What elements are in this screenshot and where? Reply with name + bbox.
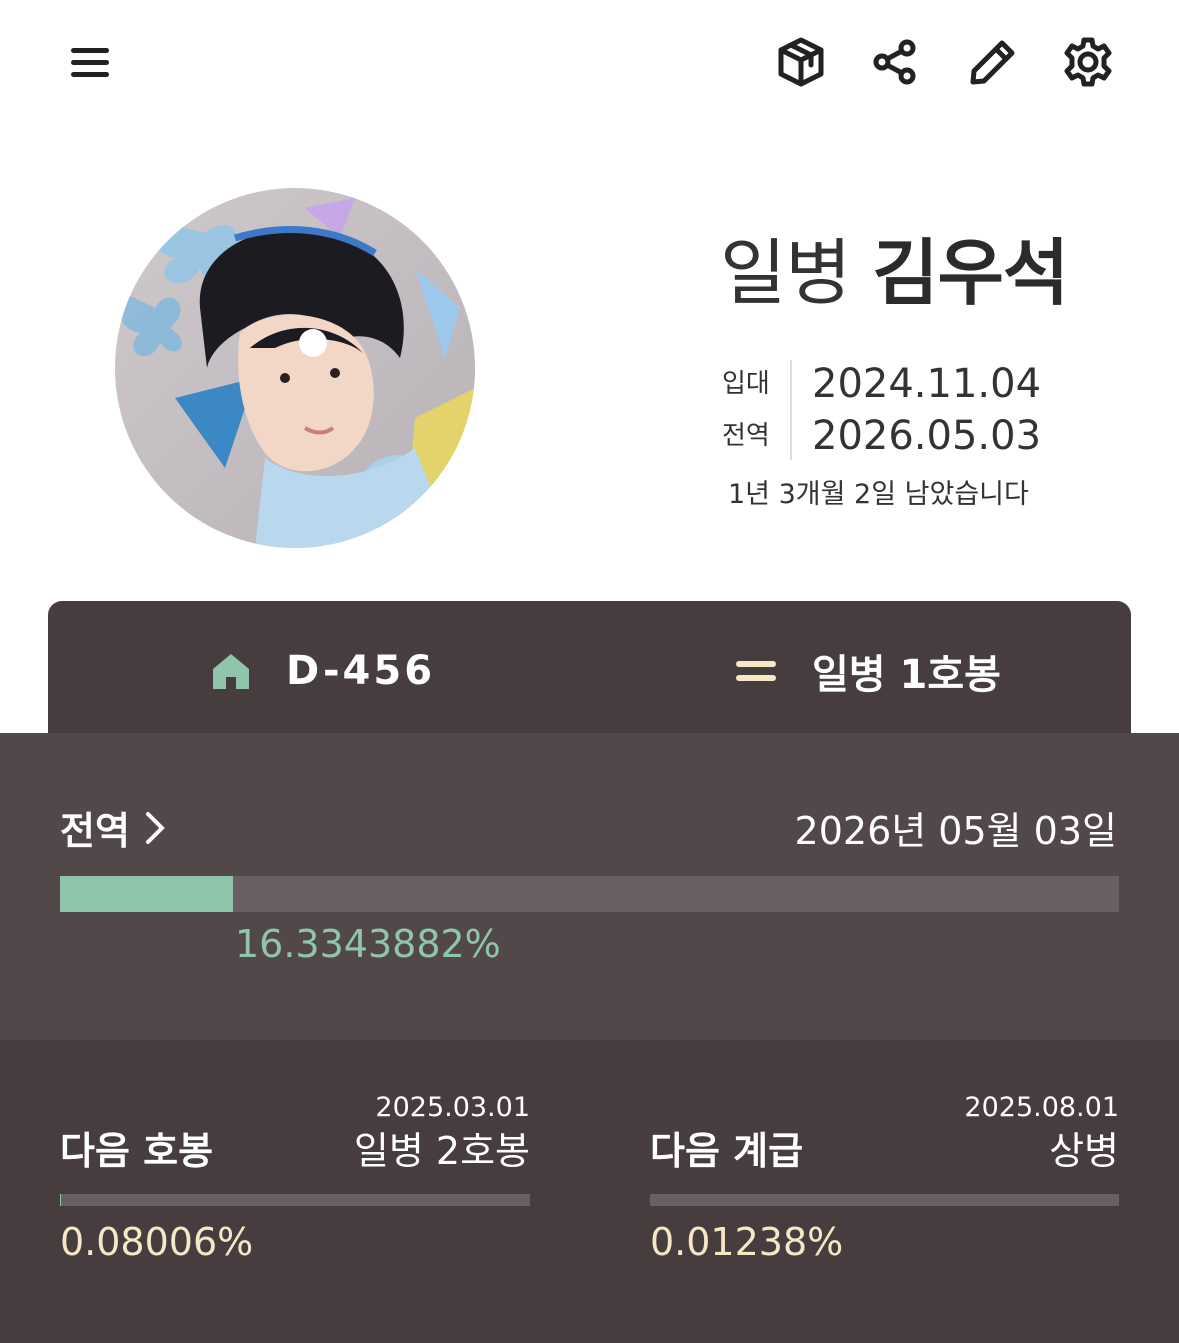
discharge-date: 2026.05.03 (812, 413, 1042, 459)
next-step-date: 2025.03.01 (375, 1092, 530, 1123)
profile-avatar[interactable] (115, 188, 475, 548)
service-dates: 입대 전역 2024.11.04 2026.05.03 (722, 358, 1052, 462)
dates-divider (790, 360, 792, 460)
remaining-time: 1년 3개월 2일 남았습니다 (728, 479, 1029, 510)
home-icon (213, 654, 249, 689)
discharge-date-long: 2026년 05월 03일 (794, 809, 1117, 853)
dday-label: D-456 (286, 648, 436, 694)
next-rank-label: 다음 계급 (650, 1129, 804, 1173)
next-step-progress-bar (60, 1194, 530, 1206)
next-rank-value: 상병 (1049, 1129, 1119, 1173)
enlist-label: 입대 (722, 369, 770, 399)
next-rank-date: 2025.08.01 (964, 1092, 1119, 1123)
discharge-link[interactable]: 전역 (60, 800, 166, 855)
discharge-percent: 16.3343882% (235, 922, 501, 966)
box-icon[interactable] (769, 30, 833, 94)
discharge-progress-fill (60, 876, 233, 912)
rank-text: 일병 (720, 231, 851, 315)
tab-dday[interactable]: D-456 (212, 640, 435, 702)
next-rank-percent: 0.01238% (650, 1220, 844, 1264)
rank-step-label: 일병 1호봉 (812, 652, 1001, 698)
pencil-icon[interactable] (961, 30, 1025, 94)
hamburger-menu-icon[interactable] (58, 30, 122, 94)
settings-gear-icon[interactable] (1056, 30, 1120, 94)
tab-rank-step[interactable]: 일병 1호봉 (736, 640, 1001, 702)
next-step-label: 다음 호봉 (60, 1129, 214, 1173)
next-step-value: 일병 2호봉 (353, 1129, 530, 1173)
discharge-progress-bar (60, 876, 1119, 912)
share-icon[interactable] (863, 30, 927, 94)
next-rank-progress-bar (650, 1194, 1119, 1206)
soldier-name: 일병 김우석 (720, 228, 1069, 318)
enlist-date: 2024.11.04 (812, 361, 1042, 407)
top-bar (0, 0, 1179, 130)
discharge-label: 전역 (722, 421, 770, 451)
next-rank-block: 다음 계급 2025.08.01 상병 0.01238% (650, 1090, 1119, 1290)
name-text: 김우석 (872, 231, 1069, 315)
next-step-block: 다음 호봉 2025.03.01 일병 2호봉 0.08006% (60, 1090, 530, 1290)
discharge-title: 전역 (60, 809, 130, 853)
next-step-percent: 0.08006% (60, 1220, 254, 1264)
chevron-right-icon (145, 811, 165, 844)
rank-stripes-icon (736, 661, 776, 681)
